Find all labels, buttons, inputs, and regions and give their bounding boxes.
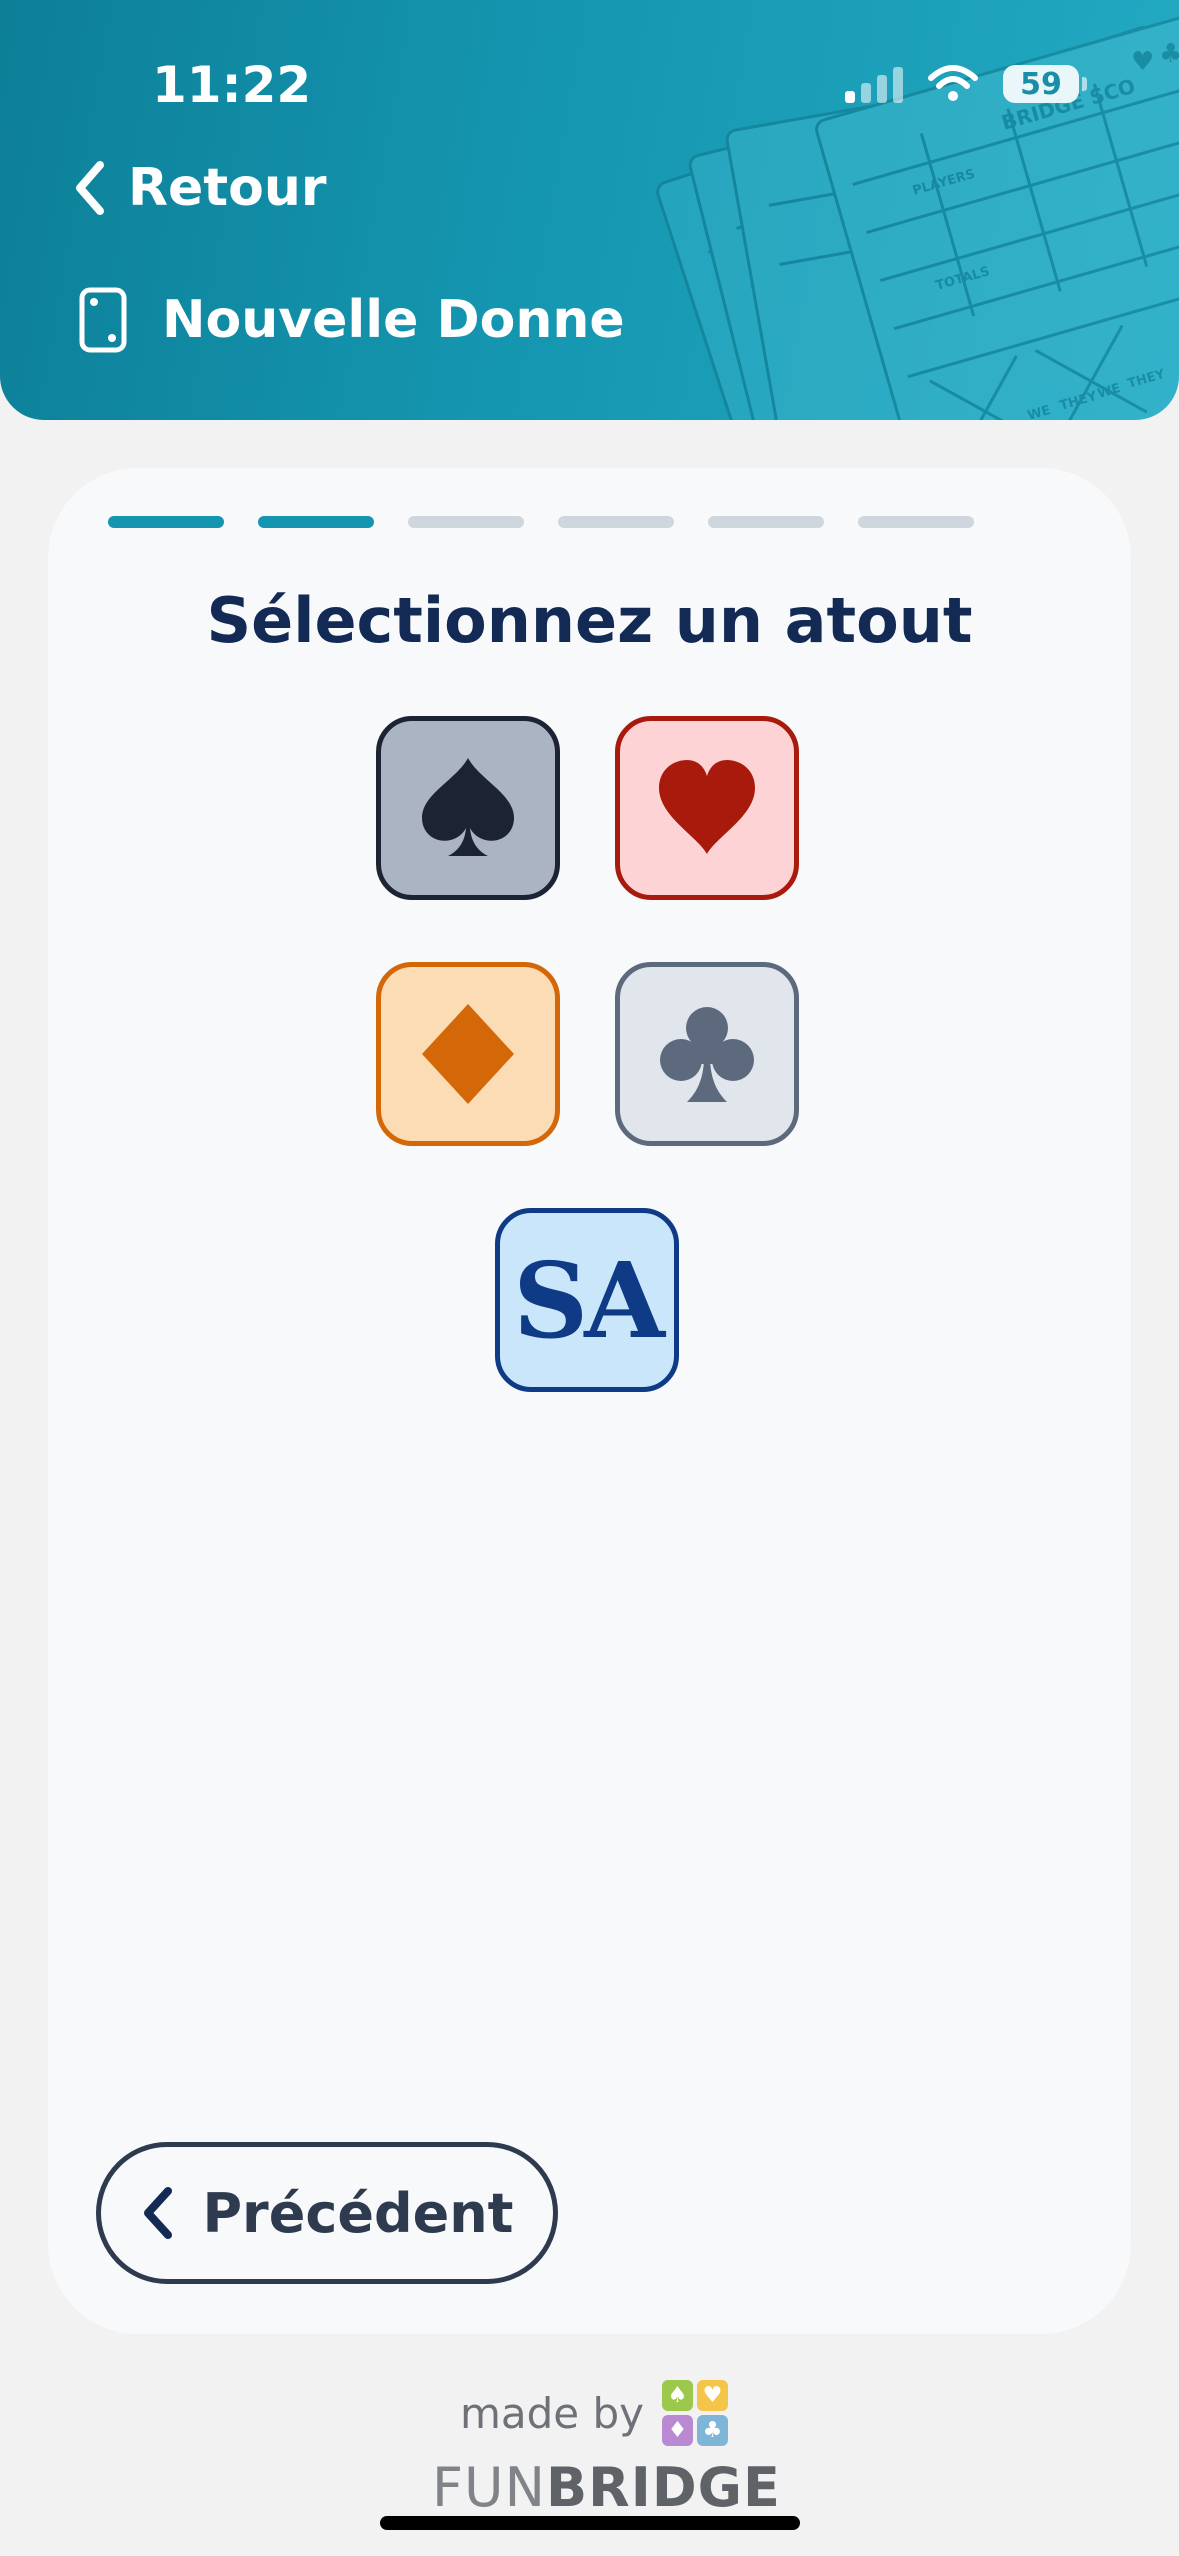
progress-step-5 — [708, 516, 824, 528]
svg-text:♥: ♥ — [1131, 47, 1154, 77]
back-label: Retour — [128, 158, 327, 218]
trump-option-no-trump[interactable]: SA — [495, 1208, 679, 1392]
trump-option-spades[interactable] — [376, 716, 560, 900]
battery-level: 59 — [1020, 66, 1062, 102]
card-icon — [79, 287, 127, 353]
step-progress — [108, 516, 974, 528]
wifi-icon — [928, 65, 978, 101]
heart-icon — [659, 760, 755, 854]
spade-icon — [422, 758, 514, 856]
previous-button[interactable]: Précédent — [96, 2142, 558, 2284]
progress-step-3 — [408, 516, 524, 528]
previous-label: Précédent — [202, 2181, 514, 2245]
home-indicator — [380, 2516, 800, 2530]
page-title: Nouvelle Donne — [162, 290, 625, 350]
progress-step-1 — [108, 516, 224, 528]
funbridge-logo-icon: ♠ ♥ ♦ ♣ — [662, 2380, 729, 2446]
trump-option-hearts[interactable] — [615, 716, 799, 900]
made-by-text: made by — [460, 2388, 645, 2438]
cellular-signal-icon — [845, 65, 903, 103]
progress-step-4 — [558, 516, 674, 528]
content-card — [48, 468, 1131, 2334]
brand-bridge: BRIDGE — [545, 2456, 781, 2519]
page-title-row: Nouvelle Donne — [78, 286, 625, 354]
made-by-row: made by ♠ ♥ ♦ ♣ — [460, 2380, 729, 2446]
battery-indicator: 59 — [1003, 65, 1087, 103]
no-trump-label: SA — [513, 1238, 665, 1362]
section-heading: Sélectionnez un atout — [206, 584, 973, 657]
trump-option-clubs[interactable] — [615, 962, 799, 1146]
diamond-icon — [422, 1004, 514, 1104]
progress-step-2 — [258, 516, 374, 528]
svg-text:♣: ♣ — [1159, 39, 1179, 69]
back-button[interactable]: Retour — [70, 158, 327, 218]
chevron-left-icon — [144, 2187, 173, 2239]
funbridge-wordmark: FUNBRIDGE — [432, 2456, 781, 2519]
chevron-left-icon — [76, 161, 104, 215]
brand-fun: FUN — [432, 2456, 546, 2519]
app-header: BRIDGE SCO PLAYERS TOTALS WE THEY WE THE… — [0, 0, 1179, 420]
scoresheet-background-art: BRIDGE SCO PLAYERS TOTALS WE THEY WE THE… — [656, 7, 1179, 420]
trump-option-diamonds[interactable] — [376, 962, 560, 1146]
status-icons: 59 — [845, 64, 1087, 104]
club-icon — [660, 1007, 754, 1102]
progress-step-6 — [858, 516, 974, 528]
status-time: 11:22 — [152, 56, 312, 114]
